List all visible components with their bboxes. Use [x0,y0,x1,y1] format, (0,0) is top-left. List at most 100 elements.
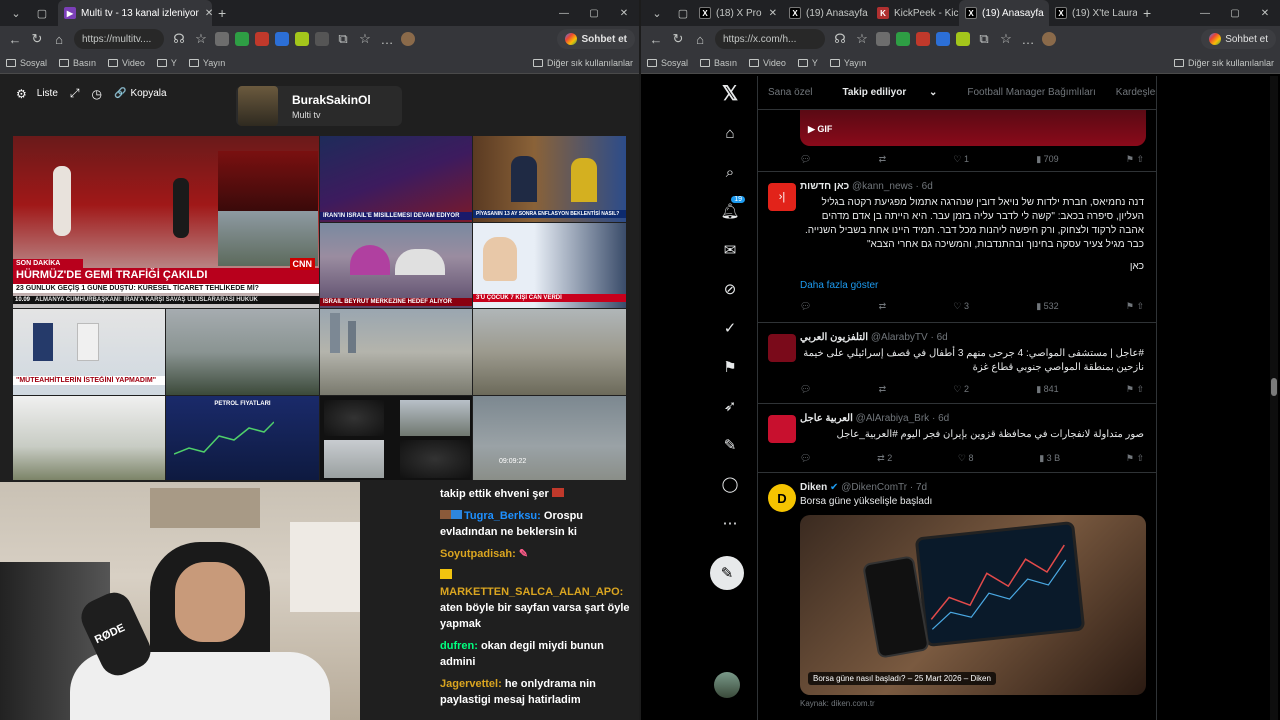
other-bookmarks[interactable]: Diğer sık kullanılanlar [1173,58,1274,68]
views-button[interactable]: ▮ 532 [1036,301,1058,312]
new-tab-button[interactable]: + [1143,5,1151,21]
close-window-button[interactable]: ✕ [1250,8,1280,19]
scrollbar-thumb[interactable] [1271,378,1277,396]
post-diken[interactable]: D Diken ✔ @DikenComTr · 7d Borsa güne yü… [758,474,1156,720]
chat-username[interactable]: Tugra_Berksu: [464,510,541,522]
extension-icon[interactable] [315,32,329,46]
chat-username[interactable]: MARKETTEN_SALCA_ALAN_APO: [440,586,623,598]
more-icon[interactable]: … [1017,32,1039,47]
tab-menu-icon[interactable]: ⌄ [647,3,667,23]
extension-icon[interactable] [295,32,309,46]
tv-tile-haze[interactable]: 09:09:22 [473,396,626,480]
chat-username[interactable]: dufren: [440,640,478,652]
streamer-profile-card[interactable]: BurakSakinOl Multi tv [236,86,402,126]
tv-tile-report[interactable]: 3'Ü ÇOCUK 7 KİŞİ CAN VERDİ [473,223,626,308]
bookmark-folder[interactable]: Basın [700,58,737,68]
tab-football-manager[interactable]: Football Manager Bağımlıları [957,87,1105,98]
bookmark-icon[interactable]: ⚑ ⇧ [1126,453,1144,464]
show-more-link[interactable]: Daha fazla göster [800,280,1156,291]
workspaces-icon[interactable]: ▢ [32,3,52,23]
extension-icon[interactable] [916,32,930,46]
avatar[interactable] [768,334,796,362]
repost-button[interactable]: ⇄ 2 [877,453,892,464]
avatar[interactable] [401,32,415,46]
author-handle[interactable]: @AlarabyTV · 6d [871,332,948,343]
tv-tile-city[interactable] [320,309,472,395]
bookmark-folder[interactable]: Y [797,58,818,68]
like-button[interactable]: ♡ 2 [953,384,969,395]
extension-icon[interactable] [896,32,910,46]
tv-tile-cams[interactable] [320,396,472,480]
extension-icon[interactable] [936,32,950,46]
favorite-star-icon[interactable]: ☆ [190,31,212,47]
tv-tile-tents[interactable]: İSRAİL BEYRUT MERKEZİNE HEDEF ALIYOR [320,223,472,308]
post-kann[interactable]: ›| כאן חדשות @kann_news · 6d דנה נחמיאס,… [758,173,1156,323]
bookmark-folder[interactable]: Basın [59,58,96,68]
reply-icon[interactable]: 💬︎ [800,384,811,395]
extension-icon[interactable] [956,32,970,46]
tab-home-active[interactable]: X(19) Anasayfa✕ [959,0,1049,26]
bookmark-folder[interactable]: Sosyal [647,58,688,68]
x-logo-icon[interactable]: 𝕏 [719,82,741,105]
bookmark-icon[interactable]: ⚑ ⇧ [1126,384,1144,395]
compose-post-button[interactable]: ✎ [710,556,744,590]
copilot-button[interactable]: Sohbet et [557,29,635,49]
notifications-bell-icon[interactable]: 🔔︎ 19 [719,196,745,222]
avatar[interactable] [768,415,796,443]
card-source[interactable]: Kaynak: diken.com.tr [800,699,1156,708]
close-tab-icon[interactable]: ✕ [199,8,212,19]
home-icon[interactable]: ⌂ [689,32,711,47]
read-aloud-icon[interactable]: ☊ [168,31,190,47]
extension-icon[interactable] [215,32,229,46]
minimize-button[interactable]: — [1190,8,1220,19]
views-button[interactable]: ▮ 3 B [1039,453,1060,464]
tab-home-1[interactable]: X(19) Anasayfa✕ [783,0,871,26]
maximize-button[interactable]: ▢ [1220,8,1250,19]
home-icon[interactable]: ⌂ [48,32,70,47]
close-window-button[interactable]: ✕ [609,8,639,19]
like-button[interactable]: ♡ 3 [953,301,969,312]
views-button[interactable]: ▮ 841 [1036,384,1058,395]
messages-icon[interactable]: ✉ [719,239,741,261]
search-icon[interactable]: ⌕ [719,161,741,183]
tv-tile-interview[interactable]: "MÜTEAHHİTLERİN İSTEĞİNİ YAPMADIM" [13,309,165,395]
post-alarabiya[interactable]: العربية عاجل @AlArabiya_Brk · 6d صور متد… [758,405,1156,473]
author-handle[interactable]: @AlArabiya_Brk · 6d [856,413,950,424]
repost-icon[interactable]: ⇄ [879,384,887,395]
tab-following[interactable]: Takip ediliyor ⌄ [822,87,957,98]
avatar[interactable]: ›| [768,183,796,211]
author-name[interactable]: Diken [800,482,827,493]
bookmark-icon[interactable]: ⚑ ⇧ [1126,301,1144,312]
link-card[interactable]: Borsa güne nasıl başladı? – 25 Mart 2026… [800,515,1146,695]
author-name[interactable]: العربية عاجل [800,413,853,424]
more-icon[interactable]: ⋯ [719,512,741,534]
split-screen-icon[interactable]: ⧉ [973,31,995,47]
tab-x-pro[interactable]: X (18) X Pro ✕ [693,0,783,26]
tab-kickpeek[interactable]: KKickPeek - Kic✕ [871,0,959,26]
extension-icon[interactable] [235,32,249,46]
minimize-button[interactable]: — [549,8,579,19]
rocket-icon[interactable]: ➶ [719,395,741,417]
address-bar[interactable]: https://multitv.... [74,29,164,49]
reply-icon[interactable]: 💬︎ [800,301,811,312]
extension-icon[interactable] [255,32,269,46]
home-icon[interactable]: ⌂ [719,122,741,144]
chat-username[interactable]: Soyutpadisah: [440,548,516,560]
copy-button[interactable]: Kopyala [130,88,166,99]
other-bookmarks[interactable]: Diğer sık kullanılanlar [532,58,633,68]
like-button[interactable]: ♡ 1 [953,154,969,165]
split-screen-icon[interactable]: ⧉ [332,31,354,47]
bookmark-folder[interactable]: Sosyal [6,58,47,68]
tv-tile-camera[interactable] [166,309,319,395]
workspaces-icon[interactable]: ▢ [673,3,693,23]
tv-tile-studio[interactable]: PİYASANIN 13 AY SONRA ENFLASYON BEKLENTİ… [473,136,626,222]
verified-icon[interactable]: ✓ [719,317,741,339]
favorite-star-icon[interactable]: ☆ [851,31,873,47]
tv-tile-cnn[interactable]: SON DAKİKA HÜRMÜZ'DE GEMİ TRAFİĞİ ÇAKILD… [13,136,319,308]
bookmark-folder[interactable]: Yayın [829,58,866,68]
tv-tile-skyline[interactable] [473,309,626,395]
list-button[interactable]: Liste [37,88,58,99]
address-bar[interactable]: https://x.com/h... [715,29,825,49]
chat-username[interactable]: Jagervettel: [440,678,502,690]
close-tab-icon[interactable]: ✕ [763,8,777,19]
